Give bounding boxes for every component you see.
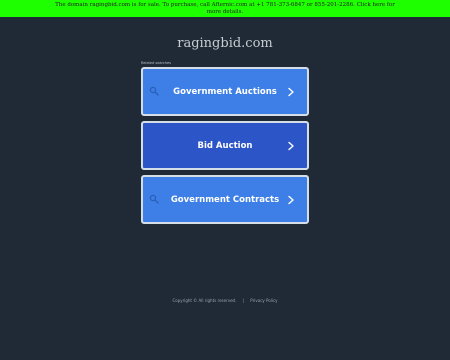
link-government-contracts[interactable]: Government Contracts — [141, 175, 309, 224]
link-bid-auction[interactable]: Bid Auction — [141, 121, 309, 170]
sale-banner-text: The domain ragingbid.com is for sale. To… — [55, 2, 395, 8]
search-icon — [149, 194, 159, 204]
link-label: Bid Auction — [197, 140, 253, 151]
search-icon — [149, 86, 159, 96]
footer-separator: | — [242, 298, 244, 303]
sale-banner[interactable]: The domain ragingbid.com is for sale. To… — [0, 0, 450, 17]
link-label: Government Auctions — [173, 86, 277, 97]
link-government-auctions[interactable]: Government Auctions — [141, 67, 309, 116]
copyright-text: Copyright © All rights reserved. — [172, 298, 237, 303]
site-title: ragingbid.com — [177, 36, 273, 51]
sale-banner-text-more: more details. — [206, 8, 244, 15]
privacy-policy-link[interactable]: Privacy Policy — [250, 298, 277, 303]
footer: Copyright © All rights reserved. | Priva… — [0, 298, 450, 303]
chevron-right-icon — [288, 195, 294, 205]
chevron-right-icon — [288, 87, 294, 97]
related-searches-label: Related searches — [141, 61, 172, 65]
link-label: Government Contracts — [170, 194, 280, 205]
chevron-right-icon — [288, 141, 294, 151]
